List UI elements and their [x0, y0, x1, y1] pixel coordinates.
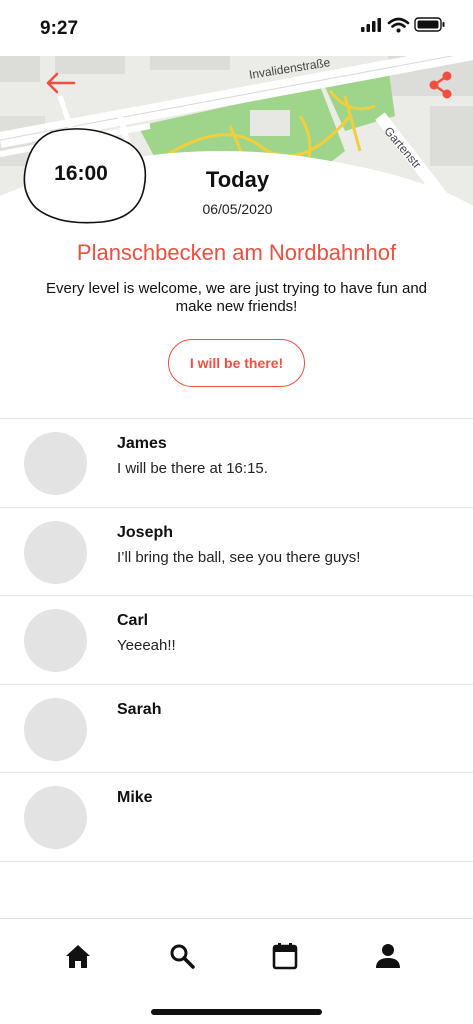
comment-text: I will be there at 16:15.	[117, 460, 268, 477]
list-item[interactable]: Joseph I’ll bring the ball, see you ther…	[0, 508, 473, 596]
tab-home[interactable]	[63, 941, 93, 971]
share-icon	[429, 71, 452, 99]
comment-author: James	[117, 435, 167, 452]
event-description: Every level is welcome, we are just tryi…	[46, 280, 428, 315]
battery-icon	[414, 17, 445, 32]
comment-author: Sarah	[117, 700, 162, 718]
search-icon	[170, 944, 195, 969]
comment-author: Joseph	[117, 523, 174, 541]
event-title: Planschbecken am Nordbahnhof	[76, 240, 397, 265]
person-icon	[376, 944, 400, 968]
back-button[interactable]	[44, 70, 78, 96]
comment-author: Mike	[117, 789, 153, 806]
tab-profile[interactable]	[373, 941, 403, 971]
event-date: 06/05/2020	[202, 201, 273, 217]
comment-text: I’ll bring the ball, see you there guys!	[117, 548, 361, 566]
wifi-icon	[387, 17, 410, 33]
share-button[interactable]	[426, 70, 456, 100]
home-icon	[66, 945, 90, 968]
list-item[interactable]: Carl Yeeeah!!	[0, 596, 473, 685]
tab-bar	[0, 918, 473, 1024]
status-time: 9:27	[40, 18, 79, 39]
calendar-icon	[272, 943, 298, 970]
arrow-left-icon	[46, 72, 76, 94]
list-item[interactable]: Mike	[0, 773, 473, 862]
list-item[interactable]: Sarah	[0, 685, 473, 773]
event-time: 16:00	[54, 162, 108, 185]
list-item[interactable]: James I will be there at 16:15.	[0, 419, 473, 508]
tab-search[interactable]	[167, 941, 197, 971]
comment-author: Carl	[117, 612, 149, 629]
rsvp-button[interactable]: I will be there!	[168, 339, 305, 387]
comment-text: Yeeeah!!	[117, 637, 176, 654]
avatar[interactable]	[24, 697, 87, 761]
avatar[interactable]	[24, 786, 87, 849]
event-day: Today	[205, 167, 270, 192]
tab-calendar[interactable]	[270, 941, 300, 971]
status-icons	[351, 13, 451, 37]
avatar[interactable]	[24, 520, 87, 584]
signal-icon	[361, 17, 445, 33]
avatar[interactable]	[24, 609, 87, 672]
status-bar: 9:27	[0, 0, 473, 56]
avatar[interactable]	[24, 432, 87, 495]
comment-list: James I will be there at 16:15. Joseph I…	[0, 418, 473, 862]
home-indicator	[151, 1009, 322, 1015]
event-time-badge: 16:00	[22, 126, 148, 226]
